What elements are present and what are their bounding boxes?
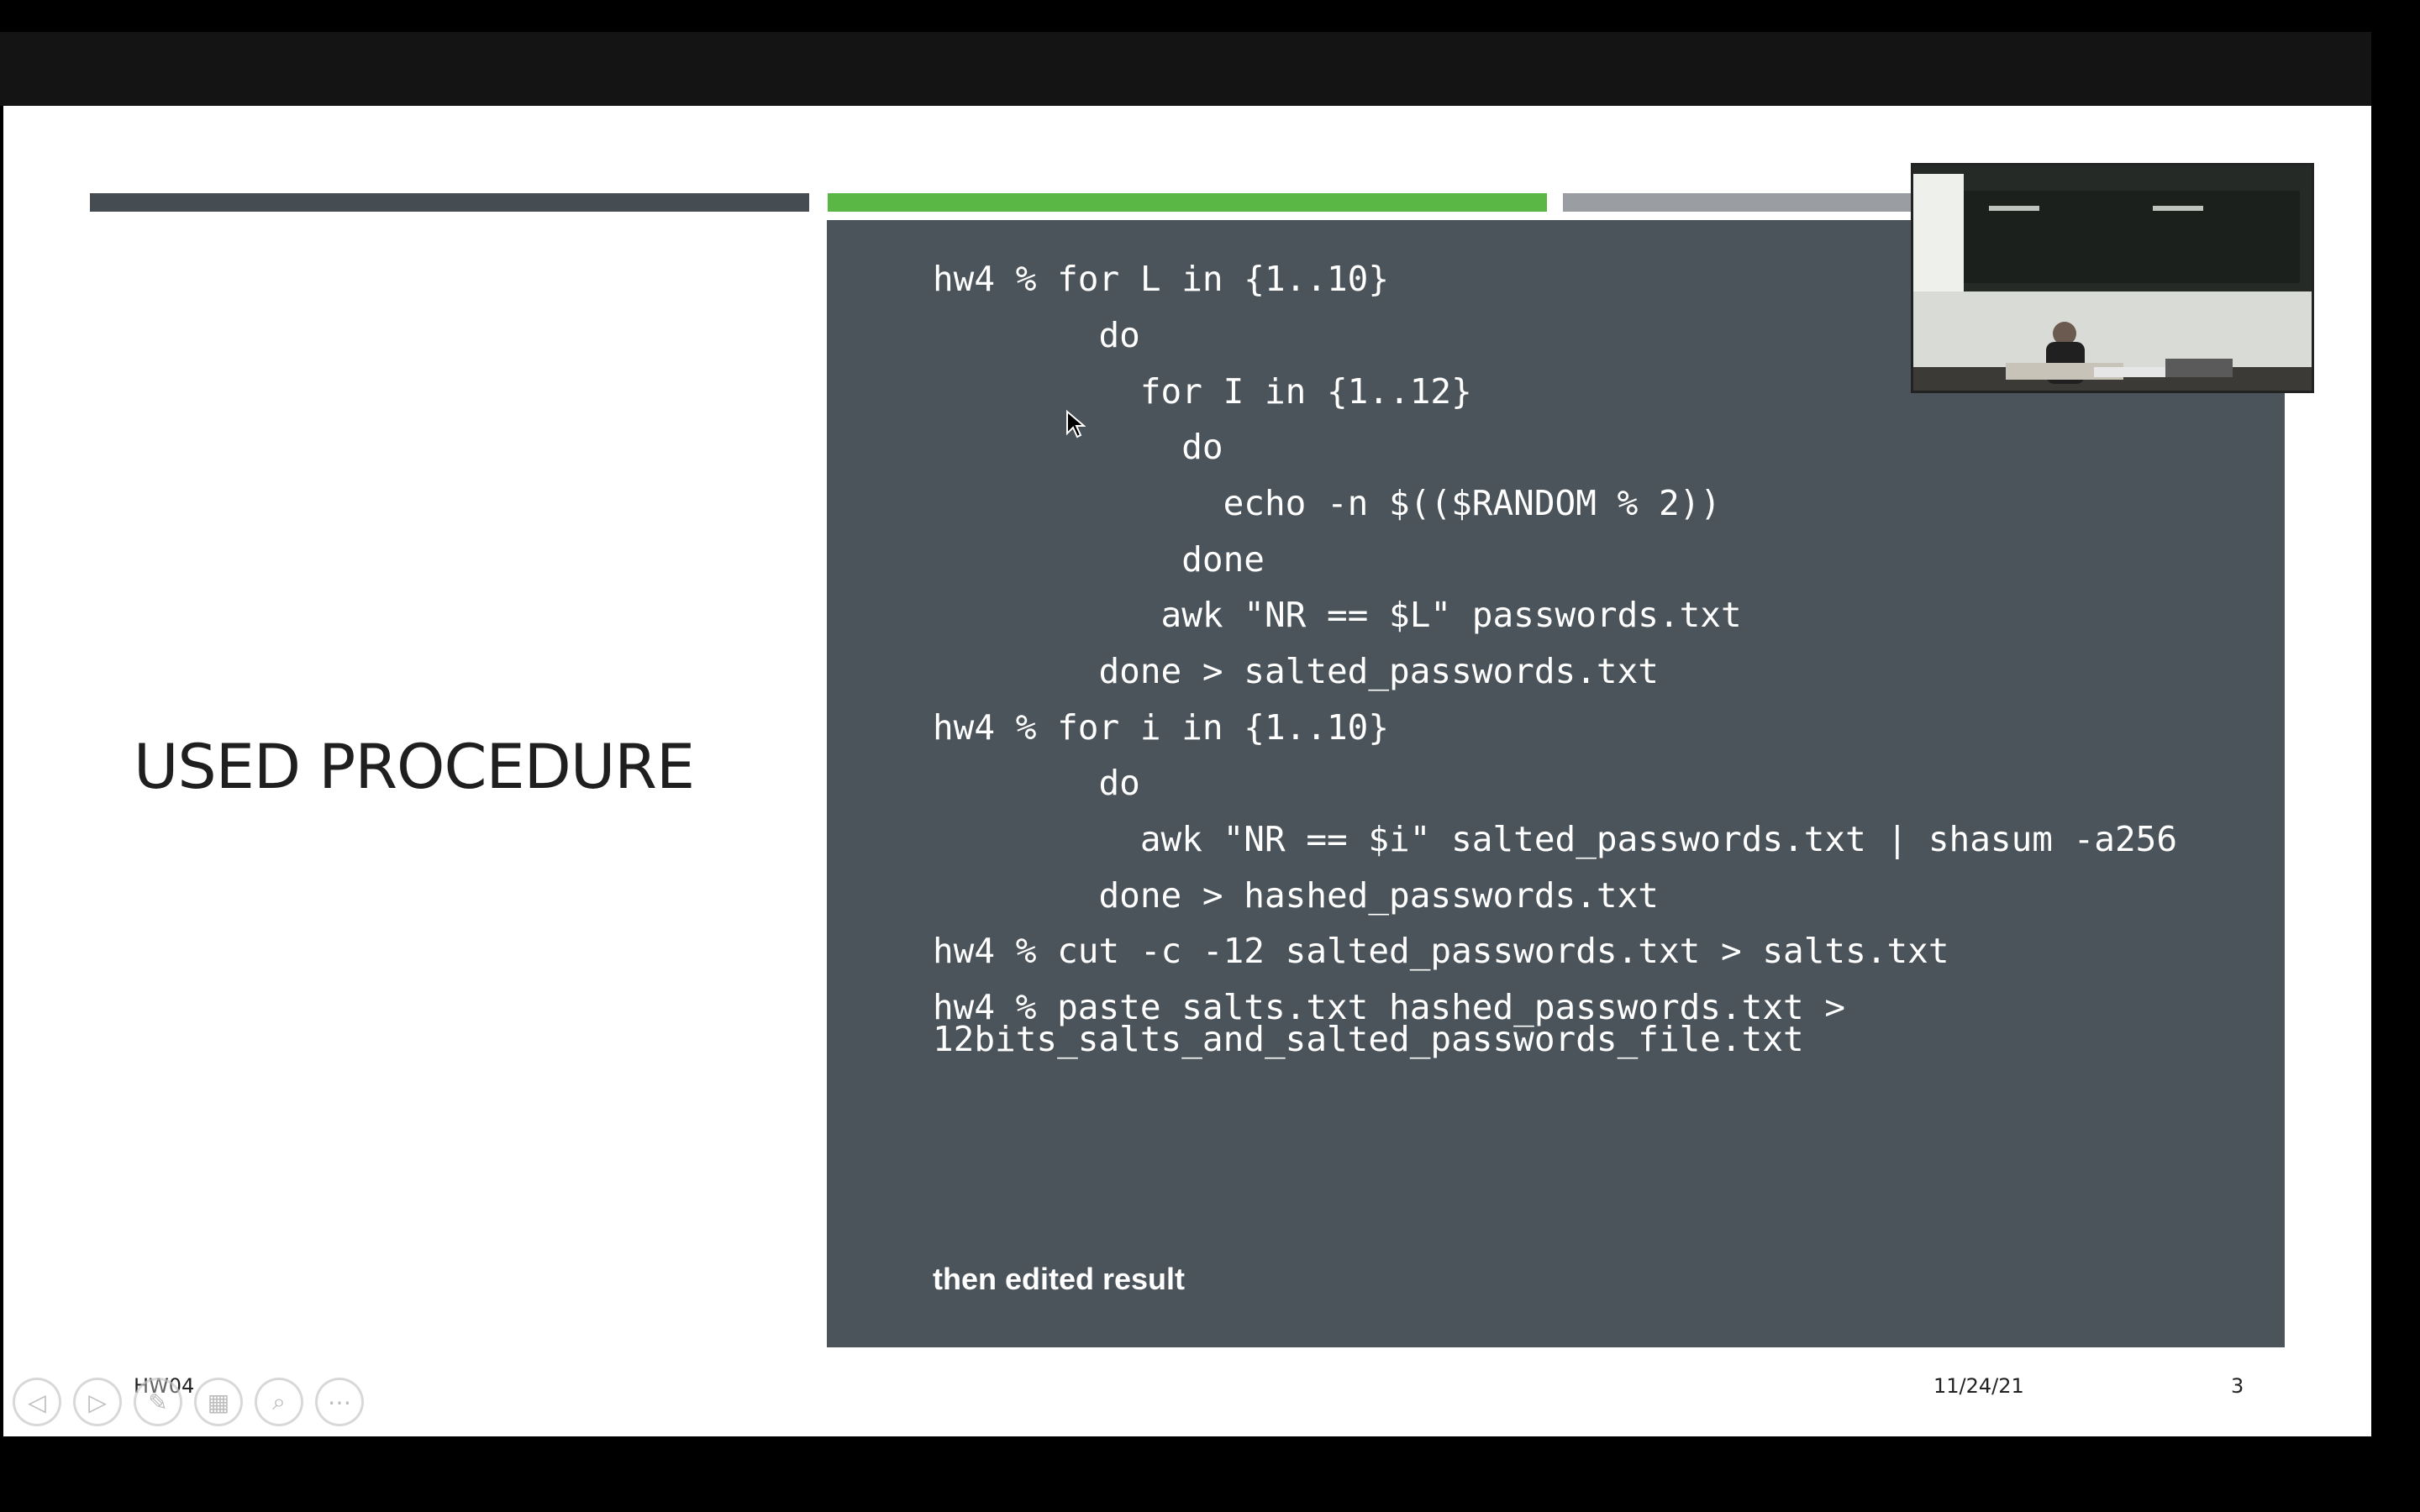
code-line: done > salted_passwords.txt xyxy=(933,651,1659,691)
slide-number: 3 xyxy=(2231,1374,2244,1398)
code-line: awk "NR == $i" salted_passwords.txt | sh… xyxy=(933,819,2178,859)
next-slide-button[interactable]: ▷ xyxy=(73,1378,122,1426)
zoom-button[interactable]: ⌕ xyxy=(255,1378,303,1426)
code-line: for I in {1..12} xyxy=(933,371,1472,412)
presentation-slide: USED PROCEDURE hw4 % for L in {1..10} do… xyxy=(3,106,2371,1436)
right-black-strip xyxy=(2371,32,2420,1436)
code-line: do xyxy=(933,315,1140,355)
webcam-feed-image xyxy=(1913,165,2312,391)
webcam-video[interactable] xyxy=(1911,163,2314,393)
slide-title: USED PROCEDURE xyxy=(134,732,695,803)
more-options-button[interactable]: ⋯ xyxy=(315,1378,364,1426)
accent-bar-dark xyxy=(90,193,809,212)
code-line: hw4 % for L in {1..10} xyxy=(933,259,1390,299)
result-note: then edited result xyxy=(933,1262,1186,1296)
mouse-cursor-icon xyxy=(1065,409,1086,444)
code-line: hw4 % cut -c -12 salted_passwords.txt > … xyxy=(933,931,1949,971)
pen-tool-button[interactable]: ✎ xyxy=(134,1378,182,1426)
code-line: awk "NR == $L" passwords.txt xyxy=(933,595,1742,635)
accent-bar-green xyxy=(828,193,1547,212)
code-line: done xyxy=(933,539,1265,580)
previous-icon: ◁ xyxy=(28,1389,46,1415)
code-line: done > hashed_passwords.txt xyxy=(933,875,1659,916)
pen-icon: ✎ xyxy=(148,1389,168,1415)
slides-grid-icon: ▦ xyxy=(207,1389,230,1415)
code-line: 12bits_salts_and_salted_passwords_file.t… xyxy=(933,1019,1804,1059)
code-line: hw4 % for i in {1..10} xyxy=(933,707,1390,748)
previous-slide-button[interactable]: ◁ xyxy=(13,1378,61,1426)
bottom-black-bar xyxy=(0,1436,2420,1512)
next-icon: ▷ xyxy=(88,1389,107,1415)
accent-bar-gray xyxy=(1563,193,1916,212)
see-all-slides-button[interactable]: ▦ xyxy=(194,1378,243,1426)
top-black-bar xyxy=(0,0,2420,32)
top-dark-strip xyxy=(0,32,2371,106)
footer-date: 11/24/21 xyxy=(1933,1374,2024,1398)
slideshow-controls: ◁ ▷ ✎ ▦ ⌕ ⋯ xyxy=(13,1378,364,1431)
code-line: do xyxy=(933,763,1140,803)
code-line: echo -n $(($RANDOM % 2)) xyxy=(933,483,1721,523)
more-icon: ⋯ xyxy=(328,1389,351,1415)
zoom-icon: ⌕ xyxy=(272,1388,286,1415)
